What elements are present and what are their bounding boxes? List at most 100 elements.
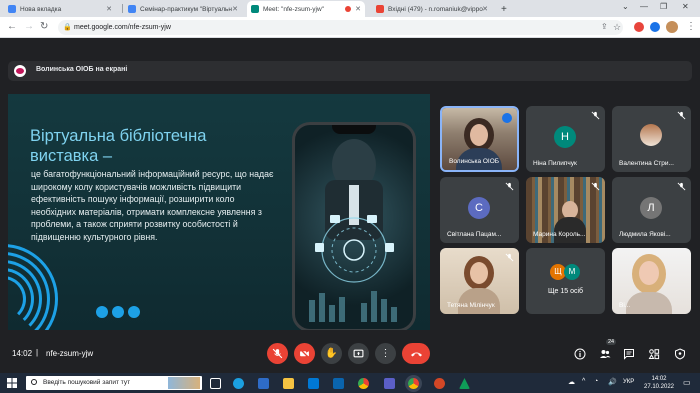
decorative-dot xyxy=(112,306,124,318)
word-icon[interactable] xyxy=(258,378,269,389)
network-icon[interactable]: ◔ xyxy=(594,378,598,385)
share-icon[interactable]: ⇪ xyxy=(601,21,608,33)
taskbar-search-input[interactable]: Введіть пошуковий запит тут xyxy=(26,376,202,390)
profile-avatar[interactable] xyxy=(666,21,678,33)
extension-icon[interactable] xyxy=(650,22,660,32)
chrome-icon[interactable] xyxy=(358,378,369,389)
camera-toggle-button[interactable] xyxy=(294,343,315,364)
chat-icon[interactable] xyxy=(623,348,635,360)
google-docs-icon xyxy=(128,5,136,13)
restore-icon[interactable]: ❐ xyxy=(660,2,667,11)
notifications-icon[interactable]: ▭ xyxy=(683,378,691,387)
volume-icon[interactable]: 🔊 xyxy=(608,378,617,386)
activities-icon[interactable] xyxy=(648,348,660,360)
taskbar-clock[interactable]: 14:02 27.10.2022 xyxy=(642,375,676,391)
teams-icon[interactable] xyxy=(384,378,395,389)
presenter-avatar xyxy=(14,65,26,77)
raise-hand-icon: ✋ xyxy=(325,348,338,359)
tab-label: Нова вкладка xyxy=(20,5,62,13)
powerpoint-icon[interactable] xyxy=(434,378,445,389)
language-indicator[interactable]: УКР xyxy=(623,379,634,385)
edge-icon[interactable] xyxy=(233,378,244,389)
phone-screen-graphic xyxy=(309,139,397,322)
minimize-icon[interactable]: — xyxy=(640,2,648,11)
tab-label: Семінар-практикум "Віртуальн xyxy=(140,5,233,13)
store-icon[interactable] xyxy=(308,378,319,389)
participant-tile[interactable]: Н Ніна Пилипчук xyxy=(526,106,605,172)
raise-hand-button[interactable]: ✋ xyxy=(321,343,342,364)
tab-label: Meet: "nfe-zsum-yjw" xyxy=(263,5,324,13)
forward-icon[interactable]: → xyxy=(24,21,34,33)
weather-icon[interactable]: ☁ xyxy=(568,378,575,386)
phone-notch xyxy=(332,125,376,134)
gmail-icon xyxy=(376,5,384,13)
more-vert-icon: ⋮ xyxy=(380,348,391,359)
search-icon xyxy=(31,379,37,385)
mail-icon[interactable] xyxy=(333,378,344,389)
meeting-code: nfe-zsum-yjw xyxy=(46,349,94,358)
chrome-icon xyxy=(8,5,16,13)
presenter-label: Волинська ОІОБ на екрані xyxy=(36,66,128,73)
participant-tile[interactable]: Л Людмила Якові... xyxy=(612,177,691,243)
window-close-icon[interactable]: ✕ xyxy=(682,2,689,11)
microphone-toggle-button[interactable] xyxy=(267,343,288,364)
show-hidden-icons-icon[interactable]: ^ xyxy=(582,378,585,385)
new-tab-button[interactable]: + xyxy=(497,1,511,17)
mic-off-icon xyxy=(591,182,600,191)
chrome-active-icon[interactable] xyxy=(408,378,419,389)
back-icon[interactable]: ← xyxy=(7,21,17,33)
participant-name: Світлана Пацам... xyxy=(447,231,502,238)
leave-call-button[interactable] xyxy=(402,343,430,364)
slide-title: Віртуальна бібліотечна виставка – xyxy=(30,127,207,165)
host-controls-icon[interactable] xyxy=(674,348,686,360)
participant-tile[interactable]: Волинська ОІОБ xyxy=(440,106,519,172)
reload-icon[interactable]: ↻ xyxy=(40,21,48,33)
participant-tile[interactable]: С Світлана Пацам... xyxy=(440,177,519,243)
google-drive-icon[interactable] xyxy=(459,378,470,389)
separator: | xyxy=(36,348,39,357)
tab-search-icon[interactable]: ⌄ xyxy=(622,2,629,11)
task-view-icon[interactable] xyxy=(210,378,221,389)
extension-icon[interactable] xyxy=(634,22,644,32)
browser-toolbar: ← → ↻ 🔒 meet.google.com/nfe-zsum-yjw ⇪ ☆… xyxy=(0,17,700,38)
presentation-slide: Віртуальна бібліотечна виставка – це баг… xyxy=(8,94,430,330)
participant-tile[interactable]: Ві... xyxy=(612,248,691,314)
mic-off-icon xyxy=(677,182,686,191)
participant-name: Ві... xyxy=(619,302,631,309)
url-text: meet.google.com/nfe-zsum-yjw xyxy=(74,24,171,31)
people-icon[interactable] xyxy=(599,348,611,360)
tab-seminar[interactable]: Семінар-практикум "Віртуальн ✕ xyxy=(124,1,242,17)
more-participants-tile[interactable]: Щ М Ще 15 осіб xyxy=(526,248,605,314)
menu-kebab-icon[interactable]: ⋮ xyxy=(686,21,696,33)
close-icon[interactable]: ✕ xyxy=(482,5,488,13)
close-icon[interactable]: ✕ xyxy=(106,5,112,13)
mic-off-icon xyxy=(677,111,686,120)
info-icon[interactable] xyxy=(574,348,586,360)
participant-tile[interactable]: Валентина Стри... xyxy=(612,106,691,172)
meeting-time: 14:02 xyxy=(12,349,33,358)
meet-area: Волинська ОІОБ на екрані Віртуальна бібл… xyxy=(0,38,700,373)
close-icon[interactable]: ✕ xyxy=(232,5,238,13)
present-screen-icon xyxy=(353,349,364,358)
more-participants-label: Ще 15 осіб xyxy=(547,288,584,295)
tab-gmail[interactable]: Вхідні (479) - n.romaniuk@vippo ✕ xyxy=(372,1,492,17)
hang-up-icon xyxy=(410,352,422,356)
more-options-button[interactable]: ⋮ xyxy=(375,343,396,364)
taskbar-date: 27.10.2022 xyxy=(643,384,675,390)
participant-tile[interactable]: Марина Король... xyxy=(526,177,605,243)
participant-avatar: Н xyxy=(554,126,576,148)
presenter-banner[interactable]: Волинська ОІОБ на екрані xyxy=(8,61,692,81)
bookmark-star-icon[interactable]: ☆ xyxy=(613,21,621,33)
close-icon[interactable]: ✕ xyxy=(355,5,361,13)
address-bar[interactable]: 🔒 meet.google.com/nfe-zsum-yjw xyxy=(58,20,623,35)
windows-start-icon[interactable] xyxy=(7,378,17,388)
decorative-dot xyxy=(128,306,140,318)
present-screen-button[interactable] xyxy=(348,343,369,364)
tab-new-tab[interactable]: Нова вкладка ✕ xyxy=(4,1,116,17)
participant-tile[interactable]: Тетяна Мілінчук xyxy=(440,248,519,314)
new-tab-label: + xyxy=(501,3,507,15)
tab-meet[interactable]: Meet: "nfe-zsum-yjw" ✕ xyxy=(247,1,365,17)
tab-label: Вхідні (479) - n.romaniuk@vippo xyxy=(388,5,483,13)
file-explorer-icon[interactable] xyxy=(283,378,294,389)
tab-divider xyxy=(122,4,123,13)
